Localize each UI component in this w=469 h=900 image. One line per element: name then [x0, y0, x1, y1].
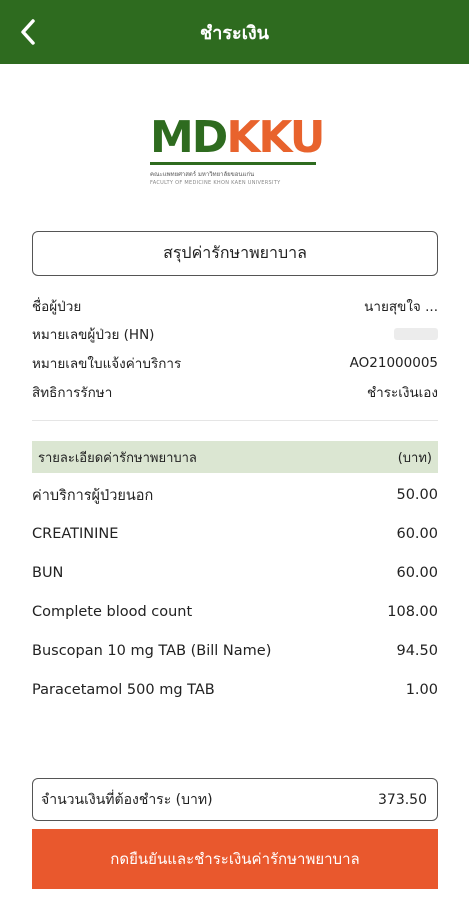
list-item: Complete blood count 108.00	[32, 599, 438, 625]
patient-hn-value-masked	[394, 328, 438, 340]
details-header: รายละเอียดค่ารักษาพยาบาล (บาท)	[32, 441, 438, 473]
patient-hn-row: หมายเลขผู้ป่วย (HN)	[32, 322, 438, 346]
item-name: BUN	[32, 565, 64, 581]
treatment-right-value: ชำระเงินเอง	[367, 385, 438, 401]
item-amount: 60.00	[396, 565, 438, 581]
list-item: Buscopan 10 mg TAB (Bill Name) 94.50	[32, 638, 438, 664]
item-name: Complete blood count	[32, 604, 193, 620]
details-header-unit: (บาท)	[397, 450, 432, 466]
confirm-payment-button[interactable]: กดยืนยันและชำระเงินค่ารักษาพยาบาล	[32, 829, 438, 889]
invoice-number-row: หมายเลขใบแจ้งค่าบริการ AO21000005	[32, 351, 438, 375]
treatment-right-label: สิทธิการรักษา	[32, 385, 113, 401]
list-item: BUN 60.00	[32, 560, 438, 586]
treatment-right-row: สิทธิการรักษา ชำระเงินเอง	[32, 380, 438, 404]
patient-name-value: นายสุขใจ ...	[364, 299, 438, 315]
item-name: ค่าบริการผู้ป่วยนอก	[32, 487, 154, 504]
list-item: ค่าบริการผู้ป่วยนอก 50.00	[32, 482, 438, 508]
invoice-number-value: AO21000005	[349, 355, 438, 371]
item-amount: 50.00	[396, 487, 438, 503]
summary-title-box: สรุปค่ารักษาพยาบาล	[32, 231, 438, 276]
item-name: Paracetamol 500 mg TAB	[32, 682, 215, 698]
page-title: ชำระเงิน	[200, 22, 269, 44]
logo-subtitle-thai: คณะแพทยศาสตร์ มหาวิทยาลัยขอนแก่น	[150, 171, 255, 178]
item-name: Buscopan 10 mg TAB (Bill Name)	[32, 643, 272, 659]
item-amount: 60.00	[396, 526, 438, 542]
patient-name-label: ชื่อผู้ป่วย	[32, 299, 82, 315]
list-item: Paracetamol 500 mg TAB 1.00	[32, 677, 438, 703]
item-amount: 1.00	[405, 682, 438, 698]
top-app-bar: ชำระเงิน	[0, 0, 469, 64]
item-name: CREATININE	[32, 526, 119, 542]
total-amount-box: จำนวนเงินที่ต้องชำระ (บาท) 373.50	[32, 778, 438, 821]
item-amount: 108.00	[387, 604, 438, 620]
logo-md-letters: MD	[150, 112, 228, 163]
chevron-left-icon	[21, 19, 35, 45]
details-header-label: รายละเอียดค่ารักษาพยาบาล	[38, 450, 197, 466]
logo-subtitle-english: FACULTY OF MEDICINE KHON KAEN UNIVERSITY	[150, 180, 281, 186]
total-amount-label: จำนวนเงินที่ต้องชำระ (บาท)	[41, 791, 213, 808]
back-button[interactable]	[10, 14, 46, 50]
logo-kku-letters: KKU	[226, 112, 325, 163]
patient-name-row: ชื่อผู้ป่วย นายสุขใจ ...	[32, 294, 438, 318]
patient-hn-label: หมายเลขผู้ป่วย (HN)	[32, 327, 155, 343]
list-item: CREATININE 60.00	[32, 521, 438, 547]
item-amount: 94.50	[396, 643, 438, 659]
md-kku-logo: MD KKU คณะแพทยศาสตร์ มหาวิทยาลัยขอนแก่น …	[150, 112, 325, 186]
section-divider	[32, 420, 438, 421]
invoice-number-label: หมายเลขใบแจ้งค่าบริการ	[32, 356, 182, 372]
total-amount-value: 373.50	[378, 791, 427, 808]
